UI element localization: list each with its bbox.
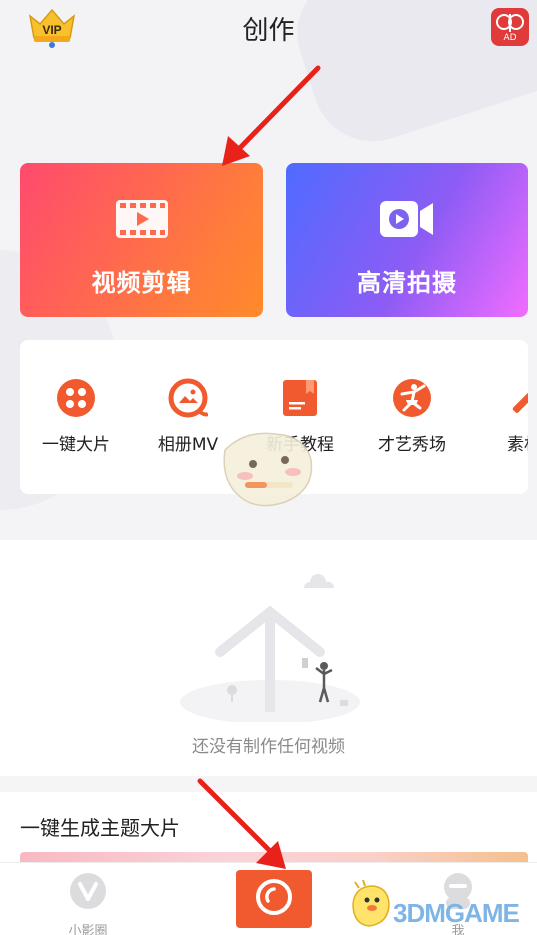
- film-play-icon: [115, 199, 169, 243]
- dancer-icon: [392, 378, 432, 418]
- tool-label: 一键大片: [42, 435, 110, 455]
- tool-label: 才艺秀场: [378, 435, 446, 455]
- empty-state: 还没有制作任何视频: [0, 540, 537, 776]
- hd-shoot-card[interactable]: 高清拍摄: [286, 163, 528, 317]
- ad-label: AD: [503, 33, 517, 43]
- video-edit-label: 视频剪辑: [91, 269, 192, 297]
- tab-label: 小影圈: [68, 924, 108, 935]
- v-circle-icon: [68, 871, 108, 915]
- tool-talent-show[interactable]: 才艺秀场: [362, 378, 462, 458]
- tool-materials[interactable]: 素材: [474, 378, 528, 458]
- tutorial-book-icon: [280, 378, 320, 418]
- header: VIP 创作 AD: [0, 0, 537, 56]
- video-camera-icon: [379, 199, 435, 243]
- section-title: 一键生成主题大片: [20, 816, 180, 840]
- watermark-text: 3DMGAME: [393, 898, 520, 928]
- create-button[interactable]: [236, 870, 312, 928]
- camera-shutter-icon: [254, 877, 294, 921]
- tool-label: 素材: [507, 435, 528, 455]
- watermark-logo: 3DMGAME: [345, 880, 535, 935]
- film-reel-icon: [56, 378, 96, 418]
- empty-state-text: 还没有制作任何视频: [192, 737, 345, 757]
- mascot-illustration: [215, 420, 325, 515]
- page-title: 创作: [242, 16, 295, 46]
- tab-community[interactable]: 小影圈: [28, 863, 148, 935]
- theme-thumbnails[interactable]: [20, 852, 528, 862]
- hd-shoot-label: 高清拍摄: [357, 269, 457, 297]
- tool-one-click-movie[interactable]: 一键大片: [26, 378, 126, 458]
- magic-wand-icon: [504, 378, 528, 418]
- empty-upload-illustration: [180, 574, 360, 722]
- ad-gift-icon[interactable]: AD: [491, 8, 529, 46]
- photo-album-icon: [168, 378, 209, 418]
- video-edit-card[interactable]: 视频剪辑: [20, 163, 263, 317]
